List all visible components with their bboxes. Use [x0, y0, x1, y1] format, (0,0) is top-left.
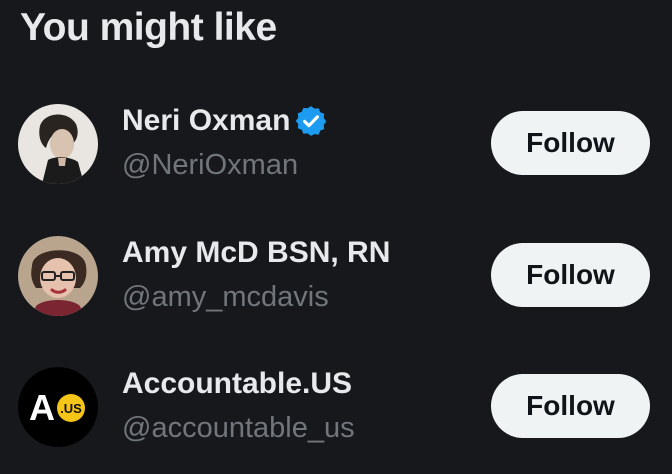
avatar[interactable] [18, 236, 98, 316]
name-line: Accountable.US [122, 367, 352, 401]
display-name[interactable]: Amy McD BSN, RN [122, 236, 390, 270]
name-line: Neri Oxman [122, 104, 328, 138]
who-to-follow-panel: You might like Neri Oxman @NeriOxman Fol… [0, 0, 672, 474]
follow-button[interactable]: Follow [491, 374, 650, 438]
section-title: You might like [20, 6, 277, 49]
svg-text:.US: .US [60, 401, 82, 416]
verified-badge-icon [294, 104, 328, 138]
accountable-logo-icon: A .US [18, 367, 98, 447]
user-handle: @NeriOxman [122, 149, 299, 181]
display-name[interactable]: Neri Oxman [122, 104, 290, 138]
follow-button[interactable]: Follow [491, 243, 650, 307]
suggestion-item[interactable]: Amy McD BSN, RN @amy_mcdavis Follow [0, 210, 672, 340]
suggestion-item[interactable]: Neri Oxman @NeriOxman Follow [0, 78, 672, 208]
suggestion-item[interactable]: A .US Accountable.US @accountable_us Fol… [0, 341, 672, 471]
user-handle: @amy_mcdavis [122, 281, 329, 313]
svg-text:A: A [29, 387, 55, 428]
avatar[interactable]: A .US [18, 367, 98, 447]
user-handle: @accountable_us [122, 412, 355, 444]
avatar[interactable] [18, 104, 98, 184]
follow-button[interactable]: Follow [491, 111, 650, 175]
name-line: Amy McD BSN, RN [122, 236, 390, 270]
display-name[interactable]: Accountable.US [122, 367, 352, 401]
